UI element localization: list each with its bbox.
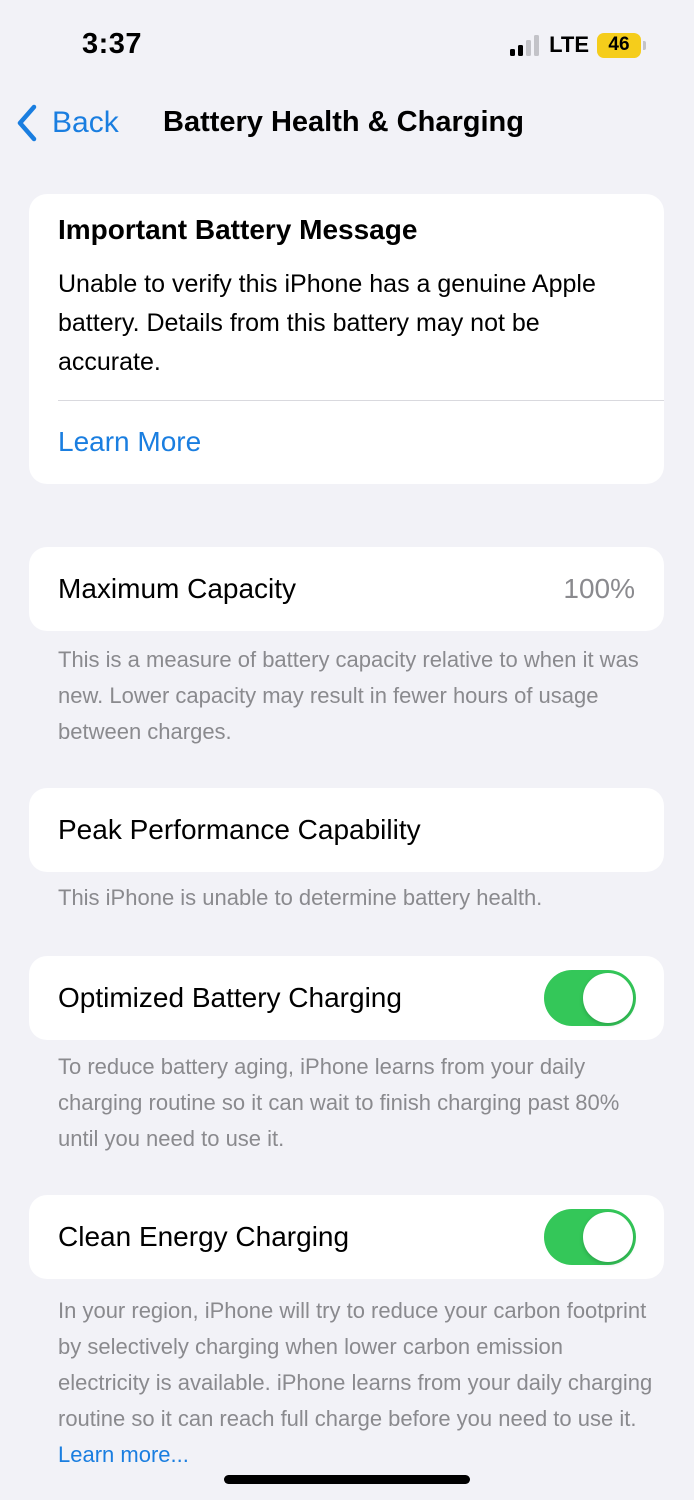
status-time: 3:37 [82, 28, 143, 60]
optimized-charging-row: Optimized Battery Charging [29, 956, 664, 1040]
chevron-left-icon [16, 104, 38, 142]
clean-energy-footnote-text: In your region, iPhone will try to reduc… [58, 1298, 653, 1431]
battery-level: 46 [597, 32, 641, 58]
peak-performance-row: Peak Performance Capability [29, 788, 664, 872]
peak-performance-label: Peak Performance Capability [58, 814, 421, 845]
home-indicator [224, 1475, 470, 1484]
maximum-capacity-value: 100% [563, 573, 635, 604]
battery-icon: 46 [597, 32, 646, 58]
network-type: LTE [549, 32, 589, 57]
toggle-knob [583, 1212, 633, 1262]
battery-message-card: Important Battery Message Unable to veri… [29, 194, 664, 484]
cellular-signal-icon [510, 34, 540, 56]
optimized-charging-label: Optimized Battery Charging [58, 982, 402, 1013]
learn-more-link[interactable]: Learn More [58, 426, 201, 458]
back-button[interactable]: Back [16, 104, 119, 142]
status-indicators: LTE 46 [510, 32, 646, 58]
battery-message-body: Unable to verify this iPhone has a genui… [58, 270, 596, 376]
toggle-knob [583, 973, 633, 1023]
maximum-capacity-label: Maximum Capacity [58, 573, 297, 604]
clean-energy-learn-more-link[interactable]: Learn more... [58, 1442, 189, 1467]
navigation-bar: Back Battery Health & Charging [0, 100, 694, 148]
optimized-charging-footnote: To reduce battery aging, iPhone learns f… [58, 1054, 620, 1151]
battery-message-title: Important Battery Message [58, 214, 418, 245]
maximum-capacity-footnote: This is a measure of battery capacity re… [58, 647, 639, 744]
clean-energy-toggle[interactable] [544, 1209, 636, 1265]
optimized-charging-toggle[interactable] [544, 970, 636, 1026]
peak-performance-footnote: This iPhone is unable to determine batte… [58, 885, 543, 910]
clean-energy-label: Clean Energy Charging [58, 1221, 350, 1252]
page-title: Battery Health & Charging [163, 106, 524, 138]
clean-energy-row: Clean Energy Charging [29, 1195, 664, 1279]
divider [58, 400, 664, 401]
back-label: Back [52, 106, 119, 139]
clean-energy-footnote: In your region, iPhone will try to reduc… [58, 1293, 658, 1473]
battery-health-screen: 3:37 LTE 46 Back Battery Health & Chargi… [0, 0, 694, 1500]
maximum-capacity-row: Maximum Capacity 100% [29, 547, 664, 631]
